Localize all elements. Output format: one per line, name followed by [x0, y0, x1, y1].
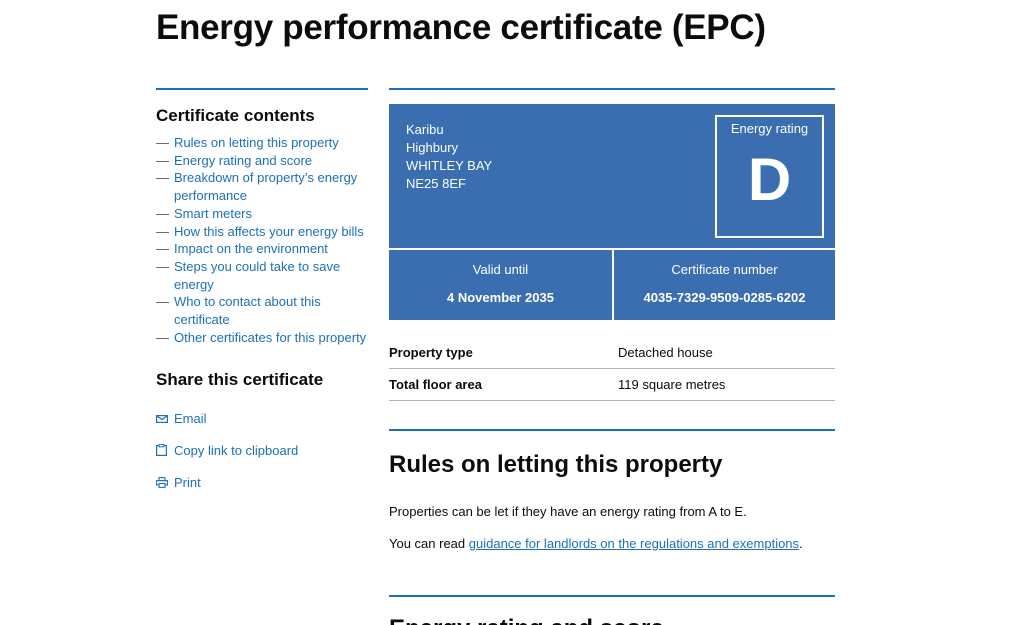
- guidance-suffix: .: [799, 536, 803, 551]
- share-copy-label: Copy link to clipboard: [174, 442, 299, 458]
- energy-rating-card: Energy rating D: [715, 115, 824, 238]
- contents-link-rules[interactable]: Rules on letting this property: [174, 134, 339, 152]
- certificate-contents-heading: Certificate contents: [156, 106, 315, 125]
- dash-icon: —: [156, 329, 169, 345]
- rules-guidance-paragraph: You can read guidance for landlords on t…: [389, 535, 835, 553]
- certificate-number-label: Certificate number: [671, 262, 778, 277]
- contents-item: — Smart meters: [156, 205, 368, 223]
- sidebar-divider: [156, 88, 368, 90]
- contents-item: — How this affects your energy bills: [156, 223, 368, 241]
- printer-icon: [156, 476, 174, 488]
- contents-item: — Impact on the environment: [156, 240, 368, 258]
- valid-until-label: Valid until: [472, 262, 529, 277]
- contents-item: — Energy rating and score: [156, 152, 368, 170]
- summary-row: Property type Detached house: [389, 337, 835, 369]
- energy-rating-heading: Energy rating and score: [389, 615, 835, 625]
- contents-link-breakdown[interactable]: Breakdown of property’s energy performan…: [174, 169, 368, 204]
- guidance-prefix: You can read: [389, 536, 469, 551]
- address-line: WHITLEY BAY: [406, 158, 493, 173]
- dash-icon: —: [156, 135, 169, 150]
- share-print-label: Print: [174, 474, 201, 490]
- certificate-number-value: 4035-7329-9509-0285-6202: [643, 290, 806, 305]
- dash-icon: —: [156, 170, 169, 186]
- summary-value: Detached house: [618, 345, 713, 360]
- property-summary-list: Property type Detached house Total floor…: [389, 337, 835, 401]
- valid-until-cell: Valid until 4 November 2035: [389, 250, 612, 320]
- contents-link-other-certificates[interactable]: Other certificates for this property: [174, 329, 366, 347]
- share-heading: Share this certificate: [156, 370, 324, 390]
- contents-link-environment[interactable]: Impact on the environment: [174, 240, 328, 258]
- epc-box-top: Karibu Highbury WHITLEY BAY NE25 8EF Ene…: [389, 104, 835, 250]
- contents-link-contact[interactable]: Who to contact about this certificate: [174, 293, 368, 328]
- section-divider: [389, 595, 835, 597]
- main-content: Karibu Highbury WHITLEY BAY NE25 8EF Ene…: [389, 88, 835, 625]
- contents-link-steps[interactable]: Steps you could take to save energy: [174, 258, 368, 293]
- dash-icon: —: [156, 152, 169, 168]
- certificate-number-cell: Certificate number 4035-7329-9509-0285-6…: [612, 250, 835, 320]
- rules-heading: Rules on letting this property: [389, 451, 723, 478]
- summary-row: Total floor area 119 square metres: [389, 369, 835, 401]
- contents-link-energy-bills[interactable]: How this affects your energy bills: [174, 223, 364, 241]
- energy-rating-section: Energy rating and score: [389, 595, 835, 625]
- contents-item: — Who to contact about this certificate: [156, 293, 368, 328]
- envelope-icon: [156, 413, 174, 424]
- main-divider: [389, 88, 835, 90]
- share-email-label: Email: [174, 410, 207, 426]
- sidebar: Certificate contents — Rules on letting t…: [156, 88, 368, 498]
- summary-key: Total floor area: [389, 377, 482, 392]
- address-line: Karibu: [406, 122, 444, 137]
- contents-item: — Steps you could take to save energy: [156, 258, 368, 293]
- property-address: Karibu Highbury WHITLEY BAY NE25 8EF: [406, 121, 492, 193]
- contents-item: — Other certificates for this property: [156, 329, 368, 347]
- share-print-link[interactable]: Print: [156, 466, 368, 498]
- share-copy-link[interactable]: Copy link to clipboard: [156, 434, 368, 466]
- contents-link-rating[interactable]: Energy rating and score: [174, 152, 312, 170]
- address-line: Highbury: [406, 140, 459, 155]
- dash-icon: —: [156, 294, 169, 310]
- dash-icon: —: [156, 223, 169, 239]
- summary-key: Property type: [389, 345, 473, 360]
- valid-until-value: 4 November 2035: [447, 290, 554, 305]
- page-title: Energy performance certificate (EPC): [156, 8, 766, 47]
- contents-item: — Breakdown of property’s energy performa…: [156, 169, 368, 204]
- energy-rating-label: Energy rating: [730, 121, 809, 136]
- rules-section: Rules on letting this property Propertie…: [389, 429, 835, 553]
- dash-icon: —: [156, 205, 169, 221]
- dash-icon: —: [156, 258, 169, 274]
- summary-value: 119 square metres: [618, 377, 726, 392]
- energy-rating-letter: D: [747, 146, 792, 213]
- epc-summary-box: Karibu Highbury WHITLEY BAY NE25 8EF Ene…: [389, 104, 835, 320]
- section-divider: [389, 429, 835, 431]
- dash-icon: —: [156, 241, 169, 257]
- rules-paragraph: Properties can be let if they have an en…: [389, 504, 747, 519]
- epc-box-bottom: Valid until 4 November 2035 Certificate …: [389, 250, 835, 320]
- contents-item: — Rules on letting this property: [156, 134, 368, 152]
- landlord-guidance-link[interactable]: guidance for landlords on the regulation…: [469, 536, 799, 551]
- address-postcode: NE25 8EF: [406, 176, 466, 191]
- share-email-link[interactable]: Email: [156, 402, 368, 434]
- contents-list: — Rules on letting this property — Energy …: [156, 134, 368, 346]
- contents-link-smart-meters[interactable]: Smart meters: [174, 205, 252, 223]
- clipboard-icon: [156, 444, 174, 457]
